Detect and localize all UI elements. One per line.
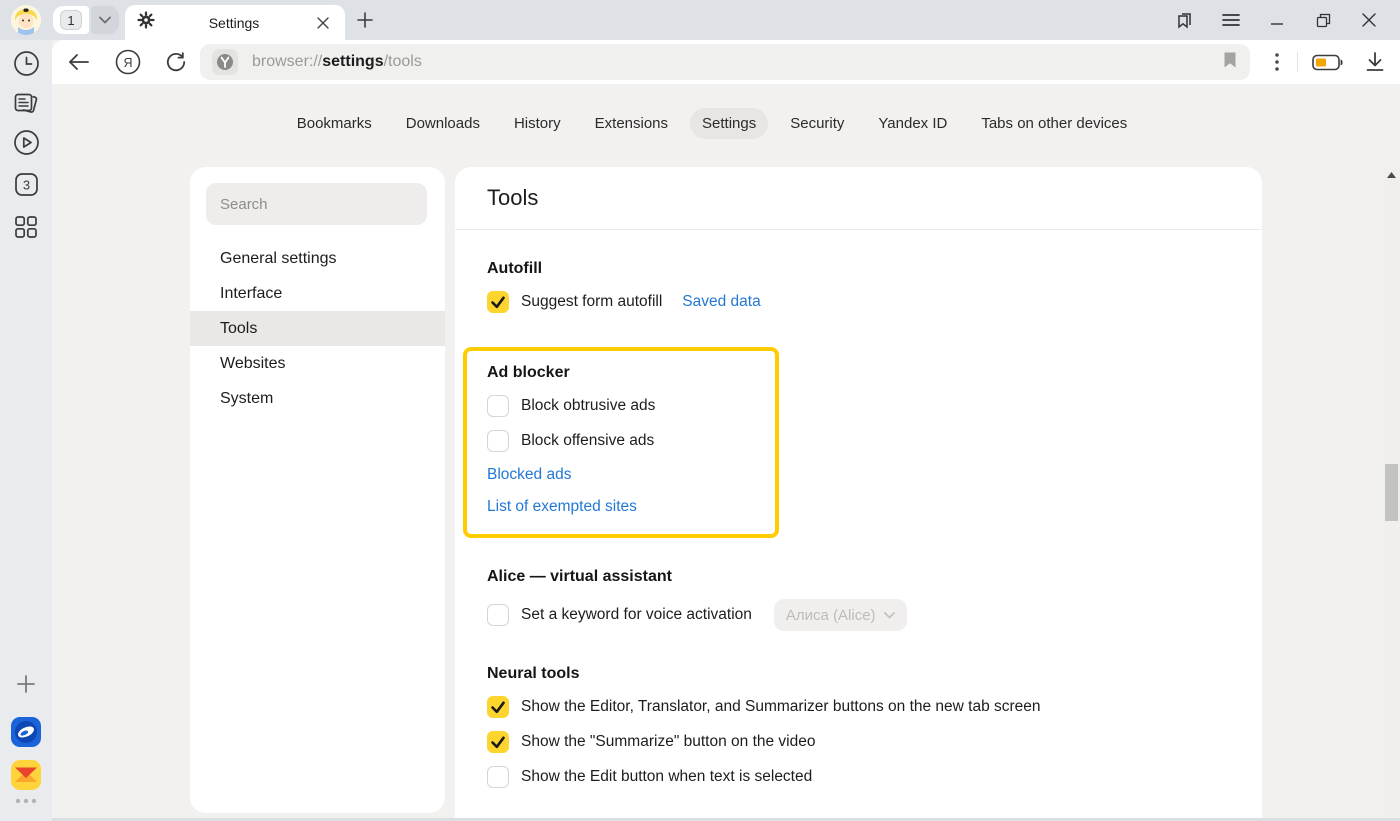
url-text[interactable]: browser://settings/tools (252, 53, 422, 71)
alice-keyword-dropdown[interactable]: Алиса (Alice) (774, 599, 907, 631)
side-panel-icon[interactable] (1162, 0, 1208, 40)
nav-settings[interactable]: Settings (690, 108, 768, 139)
nav-downloads[interactable]: Downloads (394, 108, 492, 139)
menu-item-tools[interactable]: Tools (190, 311, 445, 346)
tools-content-card: Tools Autofill Suggest form autofill Sav… (455, 167, 1262, 818)
protect-badge-icon[interactable] (212, 49, 238, 75)
browser-menu-icon[interactable] (1208, 0, 1254, 40)
alice-heading: Alice — virtual assistant (487, 568, 1230, 586)
tab-counter[interactable]: 1 (53, 6, 89, 34)
suggest-autofill-checkbox[interactable] (487, 291, 509, 313)
window-close-icon[interactable] (1346, 0, 1392, 40)
block-obtrusive-checkbox[interactable] (487, 395, 509, 417)
menu-item-interface[interactable]: Interface (190, 276, 445, 311)
neural-editor-row: Show the Editor, Translator, and Summari… (487, 696, 1230, 718)
block-obtrusive-row: Block obtrusive ads (487, 395, 761, 417)
address-bar[interactable]: browser://settings/tools (200, 44, 1250, 80)
feed-icon[interactable] (0, 90, 52, 117)
battery-icon[interactable] (1310, 49, 1346, 75)
tab-counter-value: 1 (60, 10, 82, 30)
tab-settings[interactable]: Settings (125, 5, 345, 40)
block-obtrusive-label: Block obtrusive ads (521, 397, 655, 415)
neural-summarize-checkbox[interactable] (487, 731, 509, 753)
block-offensive-label: Block offensive ads (521, 432, 654, 450)
nav-security[interactable]: Security (778, 108, 856, 139)
nav-history[interactable]: History (502, 108, 573, 139)
back-icon[interactable] (66, 49, 92, 75)
neural-editor-checkbox[interactable] (487, 696, 509, 718)
menu-item-general-settings[interactable]: General settings (190, 241, 445, 276)
history-clock-icon[interactable] (0, 50, 52, 77)
yandex-home-icon[interactable]: Я (115, 49, 141, 75)
neural-edit-row: Show the Edit button when text is select… (487, 766, 1230, 788)
tab-list-chevron-down-icon[interactable] (91, 6, 119, 34)
scroll-up-icon[interactable] (1387, 172, 1396, 178)
nav-yandex-id[interactable]: Yandex ID (866, 108, 959, 139)
bookmark-icon[interactable] (1222, 51, 1238, 74)
neural-editor-label: Show the Editor, Translator, and Summari… (521, 698, 1041, 716)
browser-sidebar: 3 (0, 40, 52, 821)
add-icon[interactable] (0, 674, 52, 694)
suggest-autofill-row: Suggest form autofill Saved data (487, 291, 1230, 313)
browser-app-icon[interactable] (0, 716, 52, 748)
scrollbar-thumb[interactable] (1385, 464, 1398, 521)
profile-avatar[interactable] (11, 5, 41, 35)
menu-item-websites[interactable]: Websites (190, 346, 445, 381)
window-minimize-icon[interactable] (1254, 0, 1300, 40)
video-play-icon[interactable] (0, 129, 52, 156)
gear-icon (137, 11, 155, 34)
ad-blocker-highlighted-section: Ad blocker Block obtrusive ads Block off… (463, 347, 779, 538)
autofill-section: Autofill Suggest form autofill Saved dat… (487, 260, 1230, 313)
neural-edit-label: Show the Edit button when text is select… (521, 768, 812, 786)
exempted-sites-link[interactable]: List of exempted sites (487, 498, 637, 516)
neural-edit-checkbox[interactable] (487, 766, 509, 788)
nav-bookmarks[interactable]: Bookmarks (285, 108, 384, 139)
tabs-count-icon[interactable]: 3 (0, 171, 52, 198)
settings-top-nav: Bookmarks Downloads History Extensions S… (52, 108, 1372, 139)
nav-extensions[interactable]: Extensions (583, 108, 680, 139)
alice-keyword-checkbox[interactable] (487, 604, 509, 626)
reload-icon[interactable] (163, 49, 189, 75)
more-menu-icon[interactable] (1264, 49, 1290, 75)
apps-grid-icon[interactable] (0, 214, 52, 240)
tab-strip: 1 Settings (0, 0, 1400, 40)
search-input[interactable] (206, 183, 427, 225)
tab-close-icon[interactable] (313, 13, 333, 33)
saved-data-link[interactable]: Saved data (682, 293, 760, 311)
settings-page: Bookmarks Downloads History Extensions S… (52, 84, 1400, 818)
downloads-icon[interactable] (1362, 49, 1388, 75)
neural-tools-heading: Neural tools (487, 665, 1230, 683)
page-scrollbar[interactable] (1383, 168, 1400, 821)
suggest-autofill-label: Suggest form autofill (521, 293, 662, 311)
ad-blocker-heading: Ad blocker (487, 364, 761, 382)
browser-toolbar: Я browser://settings/tools (52, 40, 1400, 84)
autofill-heading: Autofill (487, 260, 1230, 278)
block-offensive-row: Block offensive ads (487, 430, 761, 452)
neural-summarize-row: Show the "Summarize" button on the video (487, 731, 1230, 753)
alice-section: Alice — virtual assistant Set a keyword … (487, 568, 1230, 631)
neural-summarize-label: Show the "Summarize" button on the video (521, 733, 815, 751)
menu-item-system[interactable]: System (190, 381, 445, 416)
alice-keyword-row: Set a keyword for voice activation Алиса… (487, 599, 1230, 631)
settings-menu-list: General settings Interface Tools Website… (190, 241, 445, 416)
neural-tools-section: Neural tools Show the Editor, Translator… (487, 665, 1230, 788)
new-tab-button[interactable] (353, 8, 377, 32)
blocked-ads-link[interactable]: Blocked ads (487, 466, 571, 484)
alice-keyword-label: Set a keyword for voice activation (521, 606, 752, 624)
page-title: Tools (455, 167, 1262, 230)
tab-title: Settings (155, 15, 313, 31)
block-offensive-checkbox[interactable] (487, 430, 509, 452)
settings-menu-card: General settings Interface Tools Website… (190, 167, 445, 813)
nav-tabs-other-devices[interactable]: Tabs on other devices (969, 108, 1139, 139)
toolbar-divider (1297, 52, 1298, 72)
alice-keyword-dropdown-value: Алиса (Alice) (786, 607, 876, 624)
window-restore-icon[interactable] (1300, 0, 1346, 40)
svg-text:3: 3 (22, 178, 29, 193)
svg-text:Я: Я (123, 56, 132, 70)
more-dots-icon[interactable] (0, 798, 52, 804)
mail-app-icon[interactable] (0, 759, 52, 791)
chevron-down-icon (884, 612, 895, 619)
